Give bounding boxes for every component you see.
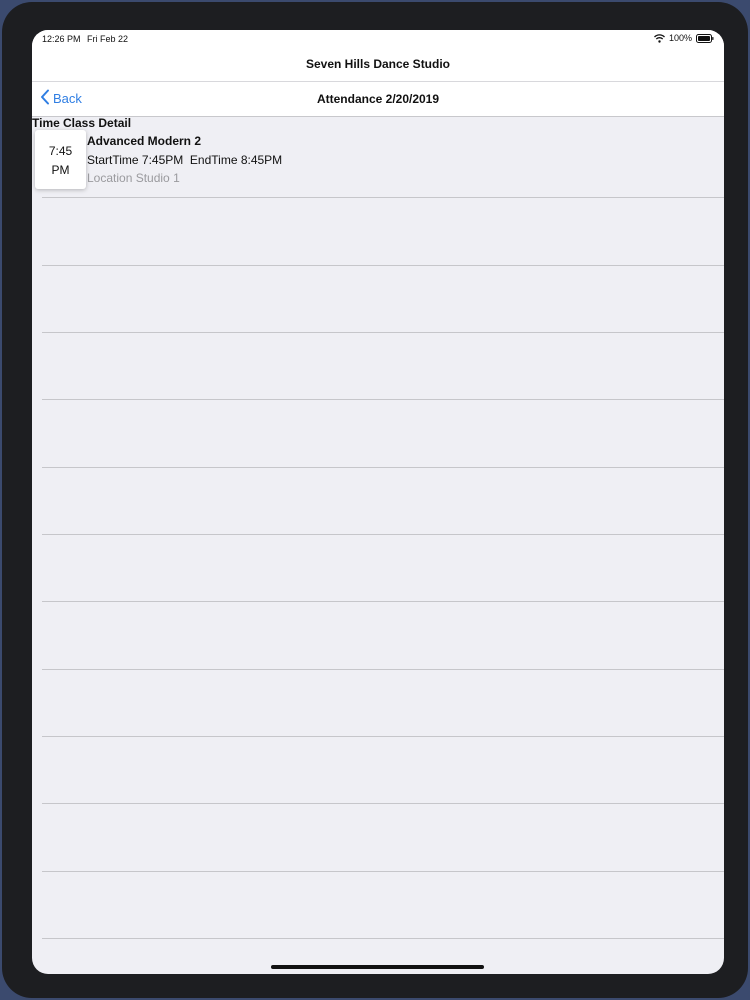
- screen: 12:26 PM Fri Feb 22 100% Seven Hills Dan…: [32, 30, 724, 974]
- table-row-empty: [42, 670, 724, 737]
- home-indicator[interactable]: [271, 965, 484, 969]
- table-row-empty: [42, 535, 724, 602]
- class-times: StartTime 7:45PM EndTime 8:45PM: [87, 153, 283, 167]
- app-title: Seven Hills Dance Studio: [305, 57, 451, 71]
- class-name: Advanced Modern 2: [87, 134, 202, 148]
- status-date: Fri Feb 22: [87, 34, 129, 44]
- table-row-empty: [42, 468, 724, 535]
- status-time: 12:26 PM: [42, 34, 81, 44]
- app-title-bar: Seven Hills Dance Studio: [32, 48, 724, 82]
- table-row-empty: [42, 872, 724, 939]
- status-bar: 12:26 PM Fri Feb 22 100%: [32, 30, 724, 48]
- battery-percent: 100%: [668, 33, 692, 43]
- column-header-class-detail: Class Detail: [63, 116, 132, 130]
- table-row-empty: [42, 400, 724, 468]
- navigation-bar: Back Attendance 2/20/2019: [32, 82, 724, 117]
- table-row-empty: [42, 198, 724, 266]
- class-time-card[interactable]: 7:45 PM: [35, 130, 86, 189]
- table-row-empty: [42, 737, 724, 804]
- table-row-empty: [42, 266, 724, 333]
- wifi-icon: [654, 33, 665, 43]
- class-time-hour: 7:45: [48, 144, 73, 158]
- table-row-empty: [42, 804, 724, 872]
- status-indicators: 100%: [654, 33, 714, 43]
- table-row-empty: [42, 333, 724, 400]
- column-headers: Time Class Detail: [32, 116, 724, 130]
- column-header-time: Time: [32, 116, 60, 130]
- class-location: Location Studio 1: [87, 171, 180, 185]
- device-frame: 12:26 PM Fri Feb 22 100% Seven Hills Dan…: [2, 2, 748, 998]
- table-row-empty: [42, 602, 724, 670]
- battery-icon: [696, 33, 714, 43]
- class-time-period: PM: [51, 163, 70, 177]
- page-title: Attendance 2/20/2019: [316, 92, 440, 106]
